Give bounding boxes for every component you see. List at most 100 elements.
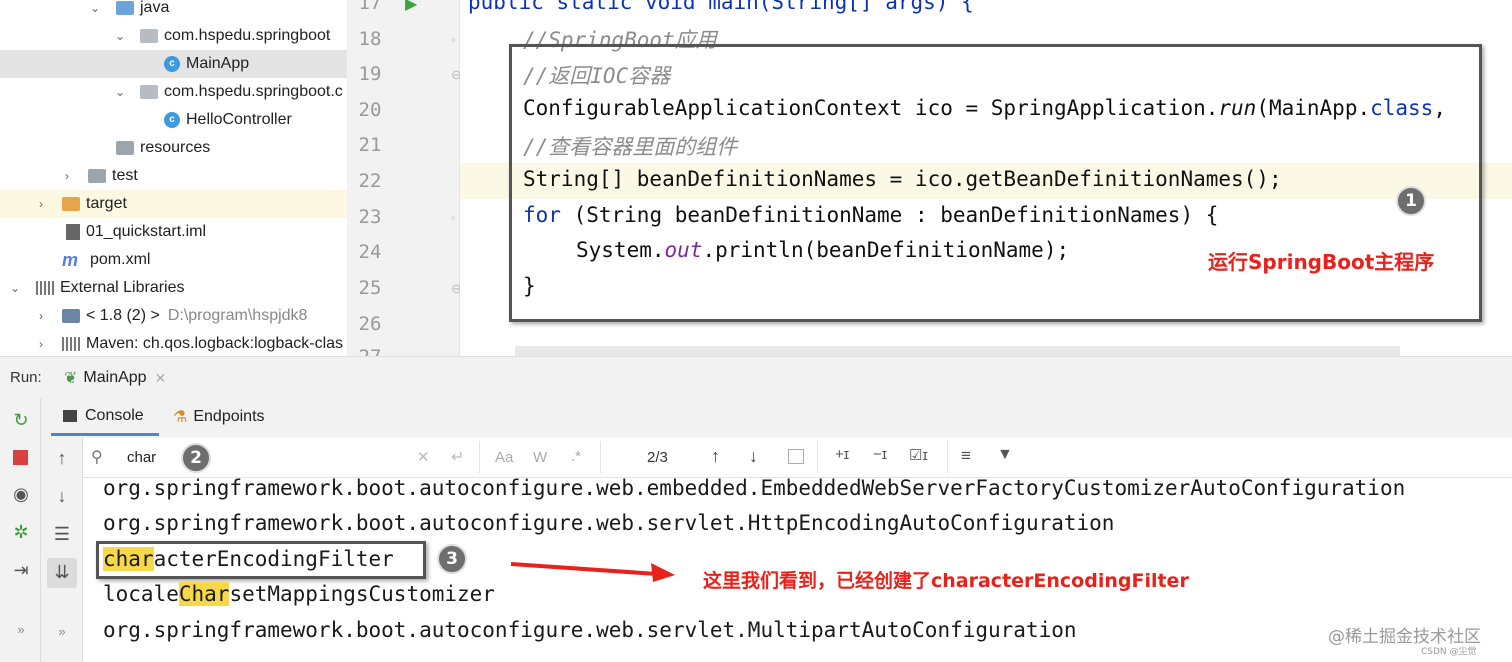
- tree-item-jdk[interactable]: › < 1.8 (2) > D:\program\hspjdk8: [0, 302, 347, 330]
- tab-console[interactable]: Console: [51, 398, 159, 436]
- whole-word-toggle[interactable]: W: [533, 449, 547, 466]
- annotation-note-filter: 这里我们看到，已经创建了characterEncodingFilter: [703, 570, 1189, 592]
- annotation-box-filter: [96, 541, 426, 579]
- chevron-right-icon[interactable]: ›: [34, 337, 48, 351]
- next-match-icon[interactable]: ↓: [749, 446, 758, 467]
- line-number: 20: [358, 99, 382, 121]
- folder-icon: [88, 169, 106, 183]
- scroll-to-end-icon: ⇊: [54, 562, 70, 582]
- divider: [600, 441, 601, 473]
- jdk-icon: [62, 309, 80, 323]
- run-tabs: Console ⚗ Endpoints: [41, 398, 1512, 438]
- arrow-down-icon[interactable]: ↓: [50, 486, 74, 507]
- library-icon: [36, 281, 54, 295]
- fold-icon[interactable]: ◦: [451, 210, 456, 225]
- run-toolwindow-header: Run: ❦ MainApp ✕: [0, 356, 1512, 398]
- search-icon[interactable]: ⚲: [91, 447, 103, 467]
- line-number: 23: [358, 206, 382, 228]
- resources-folder-icon: [116, 141, 134, 155]
- module-file-icon: [66, 224, 80, 240]
- tree-item-pom[interactable]: m pom.xml: [0, 246, 347, 274]
- console-output[interactable]: org.springframework.boot.autoconfigure.w…: [83, 476, 1512, 662]
- tree-item-package-controller[interactable]: ⌄ com.hspedu.springboot.c: [0, 78, 347, 106]
- match-case-toggle[interactable]: Aa: [495, 449, 513, 466]
- close-icon[interactable]: ✕: [155, 370, 167, 387]
- remove-occurrence-icon[interactable]: −ɪ: [873, 446, 887, 463]
- debug-icon[interactable]: ✲: [9, 522, 33, 543]
- run-gutter-icon[interactable]: ▶: [405, 0, 417, 14]
- tree-item-iml[interactable]: 01_quickstart.iml: [0, 218, 347, 246]
- newline-icon[interactable]: ↵: [451, 447, 464, 467]
- excluded-folder-icon: [62, 197, 80, 211]
- annotation-note-run: 运行SpringBoot主程序: [1208, 250, 1435, 274]
- spring-leaf-icon: ❦: [64, 370, 78, 387]
- console-line: org.springframework.boot.autoconfigure.w…: [103, 511, 1115, 535]
- stop-icon[interactable]: [13, 450, 28, 465]
- run-tab-mainapp[interactable]: ❦ MainApp ✕: [64, 363, 166, 393]
- clear-icon[interactable]: ✕: [417, 448, 430, 466]
- previous-match-icon[interactable]: ↑: [711, 446, 720, 467]
- more-icon[interactable]: »: [50, 624, 74, 639]
- console-line: org.springframework.boot.autoconfigure.w…: [103, 476, 1406, 500]
- divider: [817, 441, 818, 473]
- maven-icon: m: [62, 249, 79, 270]
- annotation-badge-2: 2: [181, 443, 211, 473]
- arrow-shaft: [510, 562, 658, 576]
- editor-gutter: 17 ▶ 18 19 20 21 22 23 24 25 26 27 ◦ ⊖ ◦…: [347, 0, 462, 356]
- tree-item-maven-logback[interactable]: › Maven: ch.qos.logback:logback-clas: [0, 330, 347, 358]
- camera-icon[interactable]: ◉: [9, 484, 33, 505]
- tree-item-hellocontroller[interactable]: c HelloController: [0, 106, 347, 134]
- line-number: 22: [358, 170, 382, 192]
- tab-endpoints[interactable]: ⚗ Endpoints: [173, 398, 265, 436]
- annotation-badge-3: 3: [437, 544, 467, 574]
- tree-item-target[interactable]: › target: [0, 190, 347, 218]
- arrow-up-icon[interactable]: ↑: [50, 448, 74, 469]
- search-input[interactable]: char: [127, 449, 156, 466]
- console-line: org.springframework.boot.autoconfigure.w…: [103, 618, 1077, 642]
- chevron-right-icon[interactable]: ›: [60, 169, 74, 183]
- filter-icon[interactable]: ▼: [997, 446, 1013, 464]
- annotation-arrow: [510, 562, 675, 582]
- regex-toggle[interactable]: .*: [571, 448, 581, 465]
- chevron-down-icon[interactable]: ⌄: [113, 85, 127, 99]
- tree-item-package-springboot[interactable]: ⌄ com.hspedu.springboot: [0, 22, 347, 50]
- soft-wrap-icon[interactable]: ☰: [50, 524, 74, 545]
- tree-item-resources[interactable]: resources: [0, 134, 347, 162]
- horizontal-scrollbar[interactable]: [515, 346, 1400, 356]
- line-number: 24: [358, 241, 382, 263]
- line-number: 18: [358, 28, 382, 50]
- chevron-down-icon[interactable]: ⌄: [113, 29, 127, 43]
- console-icon: [63, 409, 77, 422]
- line-number: 19: [358, 63, 382, 85]
- watermark-sub: CSDN @尘觉: [1421, 647, 1477, 657]
- search-match: Char: [178, 582, 230, 606]
- chevron-down-icon[interactable]: ⌄: [88, 1, 102, 15]
- tree-item-java[interactable]: ⌄ java: [0, 0, 347, 22]
- rerun-icon[interactable]: ↻: [9, 410, 33, 431]
- chevron-right-icon[interactable]: ›: [34, 197, 48, 211]
- code-line-17: public static void main(String[] args) {: [468, 0, 974, 14]
- chevron-down-icon[interactable]: ⌄: [8, 281, 22, 295]
- run-toolbar: ↻ ◉ ✲ ⇥ »: [0, 398, 41, 662]
- line-number: 17: [358, 0, 382, 14]
- fold-icon[interactable]: ◦: [451, 32, 456, 47]
- console-toolbar: ↑ ↓ ☰ ⇊ »: [41, 438, 83, 662]
- more-icon[interactable]: »: [9, 622, 33, 637]
- project-tree: ⌄ java ⌄ com.hspedu.springboot c MainApp …: [0, 0, 347, 356]
- add-occurrence-icon[interactable]: +ɪ: [835, 446, 849, 463]
- filter-options-icon[interactable]: ≡: [961, 446, 971, 466]
- library-jar-icon: [62, 337, 80, 351]
- select-all-icon[interactable]: [788, 449, 804, 464]
- tree-item-test[interactable]: › test: [0, 162, 347, 190]
- exit-icon[interactable]: ⇥: [9, 560, 33, 581]
- chevron-right-icon[interactable]: ›: [34, 309, 48, 323]
- endpoints-icon: ⚗: [173, 409, 188, 426]
- tree-item-mainapp[interactable]: c MainApp: [0, 50, 347, 78]
- code-editor[interactable]: public static void main(String[] args) {…: [460, 0, 1512, 356]
- class-icon: c: [164, 56, 180, 72]
- line-number: 21: [358, 134, 382, 156]
- line-number: 25: [358, 277, 382, 299]
- select-occurrences-icon[interactable]: ☑ɪ: [909, 446, 928, 464]
- divider: [479, 441, 480, 473]
- tree-item-external-libraries[interactable]: ⌄ External Libraries: [0, 274, 347, 302]
